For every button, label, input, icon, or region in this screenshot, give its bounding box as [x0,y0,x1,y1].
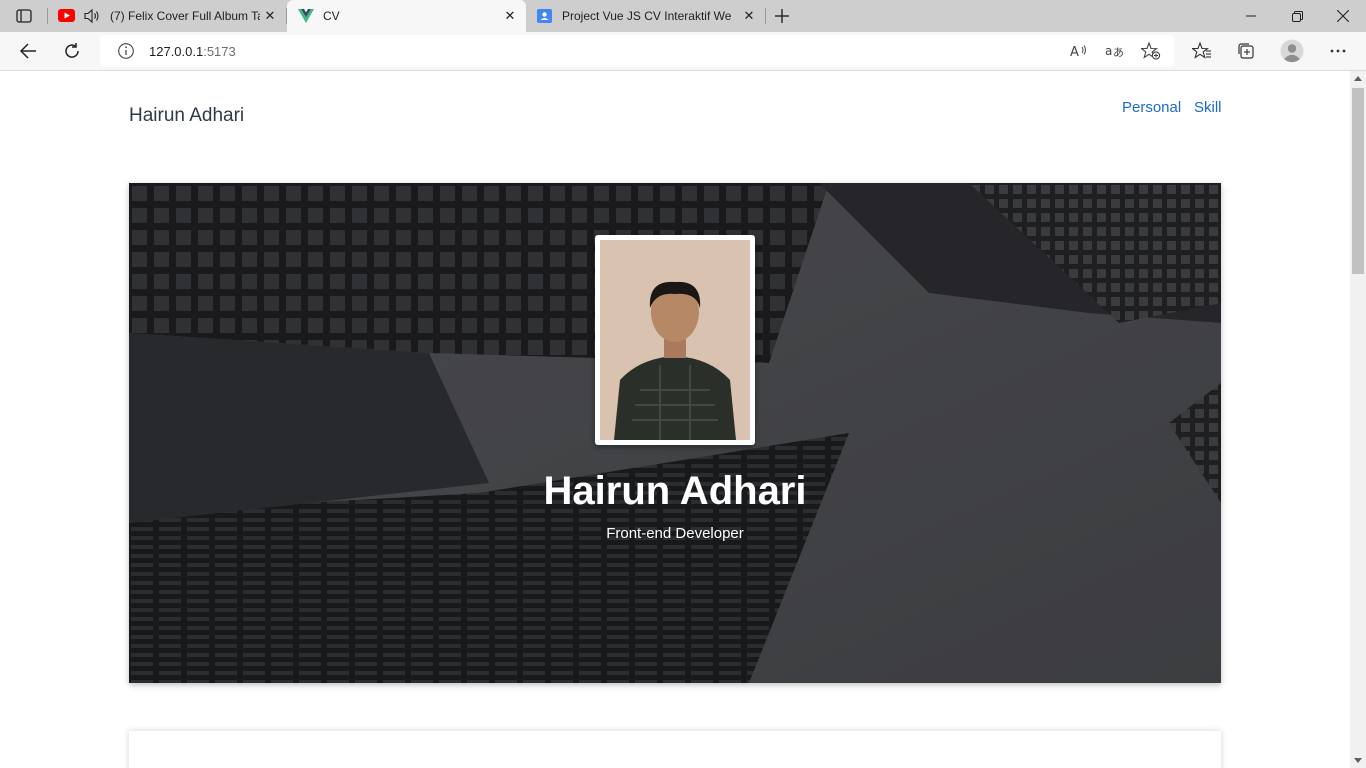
nav-link-personal[interactable]: Personal [1122,99,1181,116]
url-port: :5173 [203,44,236,59]
browser-tab-bar: (7) Felix Cover Full Album Ta ✕ CV ✕ Pro… [0,0,1366,32]
content-card [129,731,1221,768]
site-info-icon[interactable] [117,42,135,60]
more-horizontal-icon [1330,49,1346,53]
tab-cv[interactable]: CV ✕ [287,0,526,32]
back-button[interactable] [12,36,44,66]
vue-icon [298,9,314,23]
browser-toolbar: 127.0.0.1:5173 A a あ [0,32,1366,71]
scrollbar-thumb[interactable] [1352,88,1364,274]
close-tab-icon[interactable]: ✕ [502,8,518,24]
close-tab-icon[interactable]: ✕ [262,8,278,24]
restore-button[interactable] [1274,0,1320,32]
translate-button[interactable]: a あ [1103,40,1127,62]
tab-separator [765,8,766,24]
site-brand[interactable]: Hairun Adhari [129,105,244,127]
tab-title: Project Vue JS CV Interaktif Web [562,9,732,23]
youtube-icon [58,9,75,22]
close-window-button[interactable] [1320,0,1366,32]
read-aloud-icon: A [1070,45,1086,59]
add-favorite-star-icon [1141,42,1161,60]
svg-text:あ: あ [1113,46,1124,59]
settings-menu-button[interactable] [1322,36,1354,66]
svg-text:a: a [1105,44,1112,58]
speaker-icon[interactable] [83,8,101,24]
tab-actions-icon [16,9,32,23]
favorites-button[interactable] [1186,36,1218,66]
refresh-button[interactable] [56,36,88,66]
profile-button[interactable] [1276,36,1308,66]
tab-title: (7) Felix Cover Full Album Ta [110,9,260,23]
tab-project-vue[interactable]: Project Vue JS CV Interaktif Web ✕ [527,0,765,32]
minimize-icon [1246,15,1256,17]
tab-title: CV [323,9,340,23]
avatar-icon [1280,39,1304,63]
add-favorite-button[interactable] [1139,40,1163,62]
collections-button[interactable] [1230,36,1262,66]
page-scrollbar[interactable] [1350,71,1366,768]
url-host: 127.0.0.1 [149,44,204,59]
classroom-icon [537,9,552,23]
scroll-up-icon[interactable] [1354,76,1362,81]
restore-icon [1291,10,1303,22]
address-bar[interactable]: 127.0.0.1:5173 A a あ [100,35,1174,67]
close-tab-icon[interactable]: ✕ [741,8,757,24]
url-text: 127.0.0.1:5173 [149,44,236,59]
tab-youtube[interactable]: (7) Felix Cover Full Album Ta ✕ [48,0,286,32]
hero-banner: Hairun Adhari Front-end Developer [129,183,1221,683]
plus-icon [775,9,789,23]
favorites-icon [1192,42,1211,59]
page-viewport: Hairun Adhari Personal Skill Hairun Adha… [0,71,1350,768]
nav-link-skill[interactable]: Skill [1194,99,1222,116]
hero-role: Front-end Developer [606,525,744,542]
back-arrow-icon [19,43,36,59]
minimize-button[interactable] [1228,0,1274,32]
refresh-icon [65,43,79,58]
tab-actions-button[interactable] [10,5,38,27]
svg-text:A: A [1070,45,1079,59]
new-tab-button[interactable] [770,4,794,28]
hero-name: Hairun Adhari [543,469,807,513]
read-aloud-button[interactable]: A [1067,40,1091,62]
profile-photo-image [600,240,750,440]
scroll-down-icon[interactable] [1354,758,1362,763]
close-icon [1337,10,1349,22]
profile-photo [595,235,755,445]
collections-icon [1238,43,1254,59]
translate-icon: a あ [1105,44,1124,59]
